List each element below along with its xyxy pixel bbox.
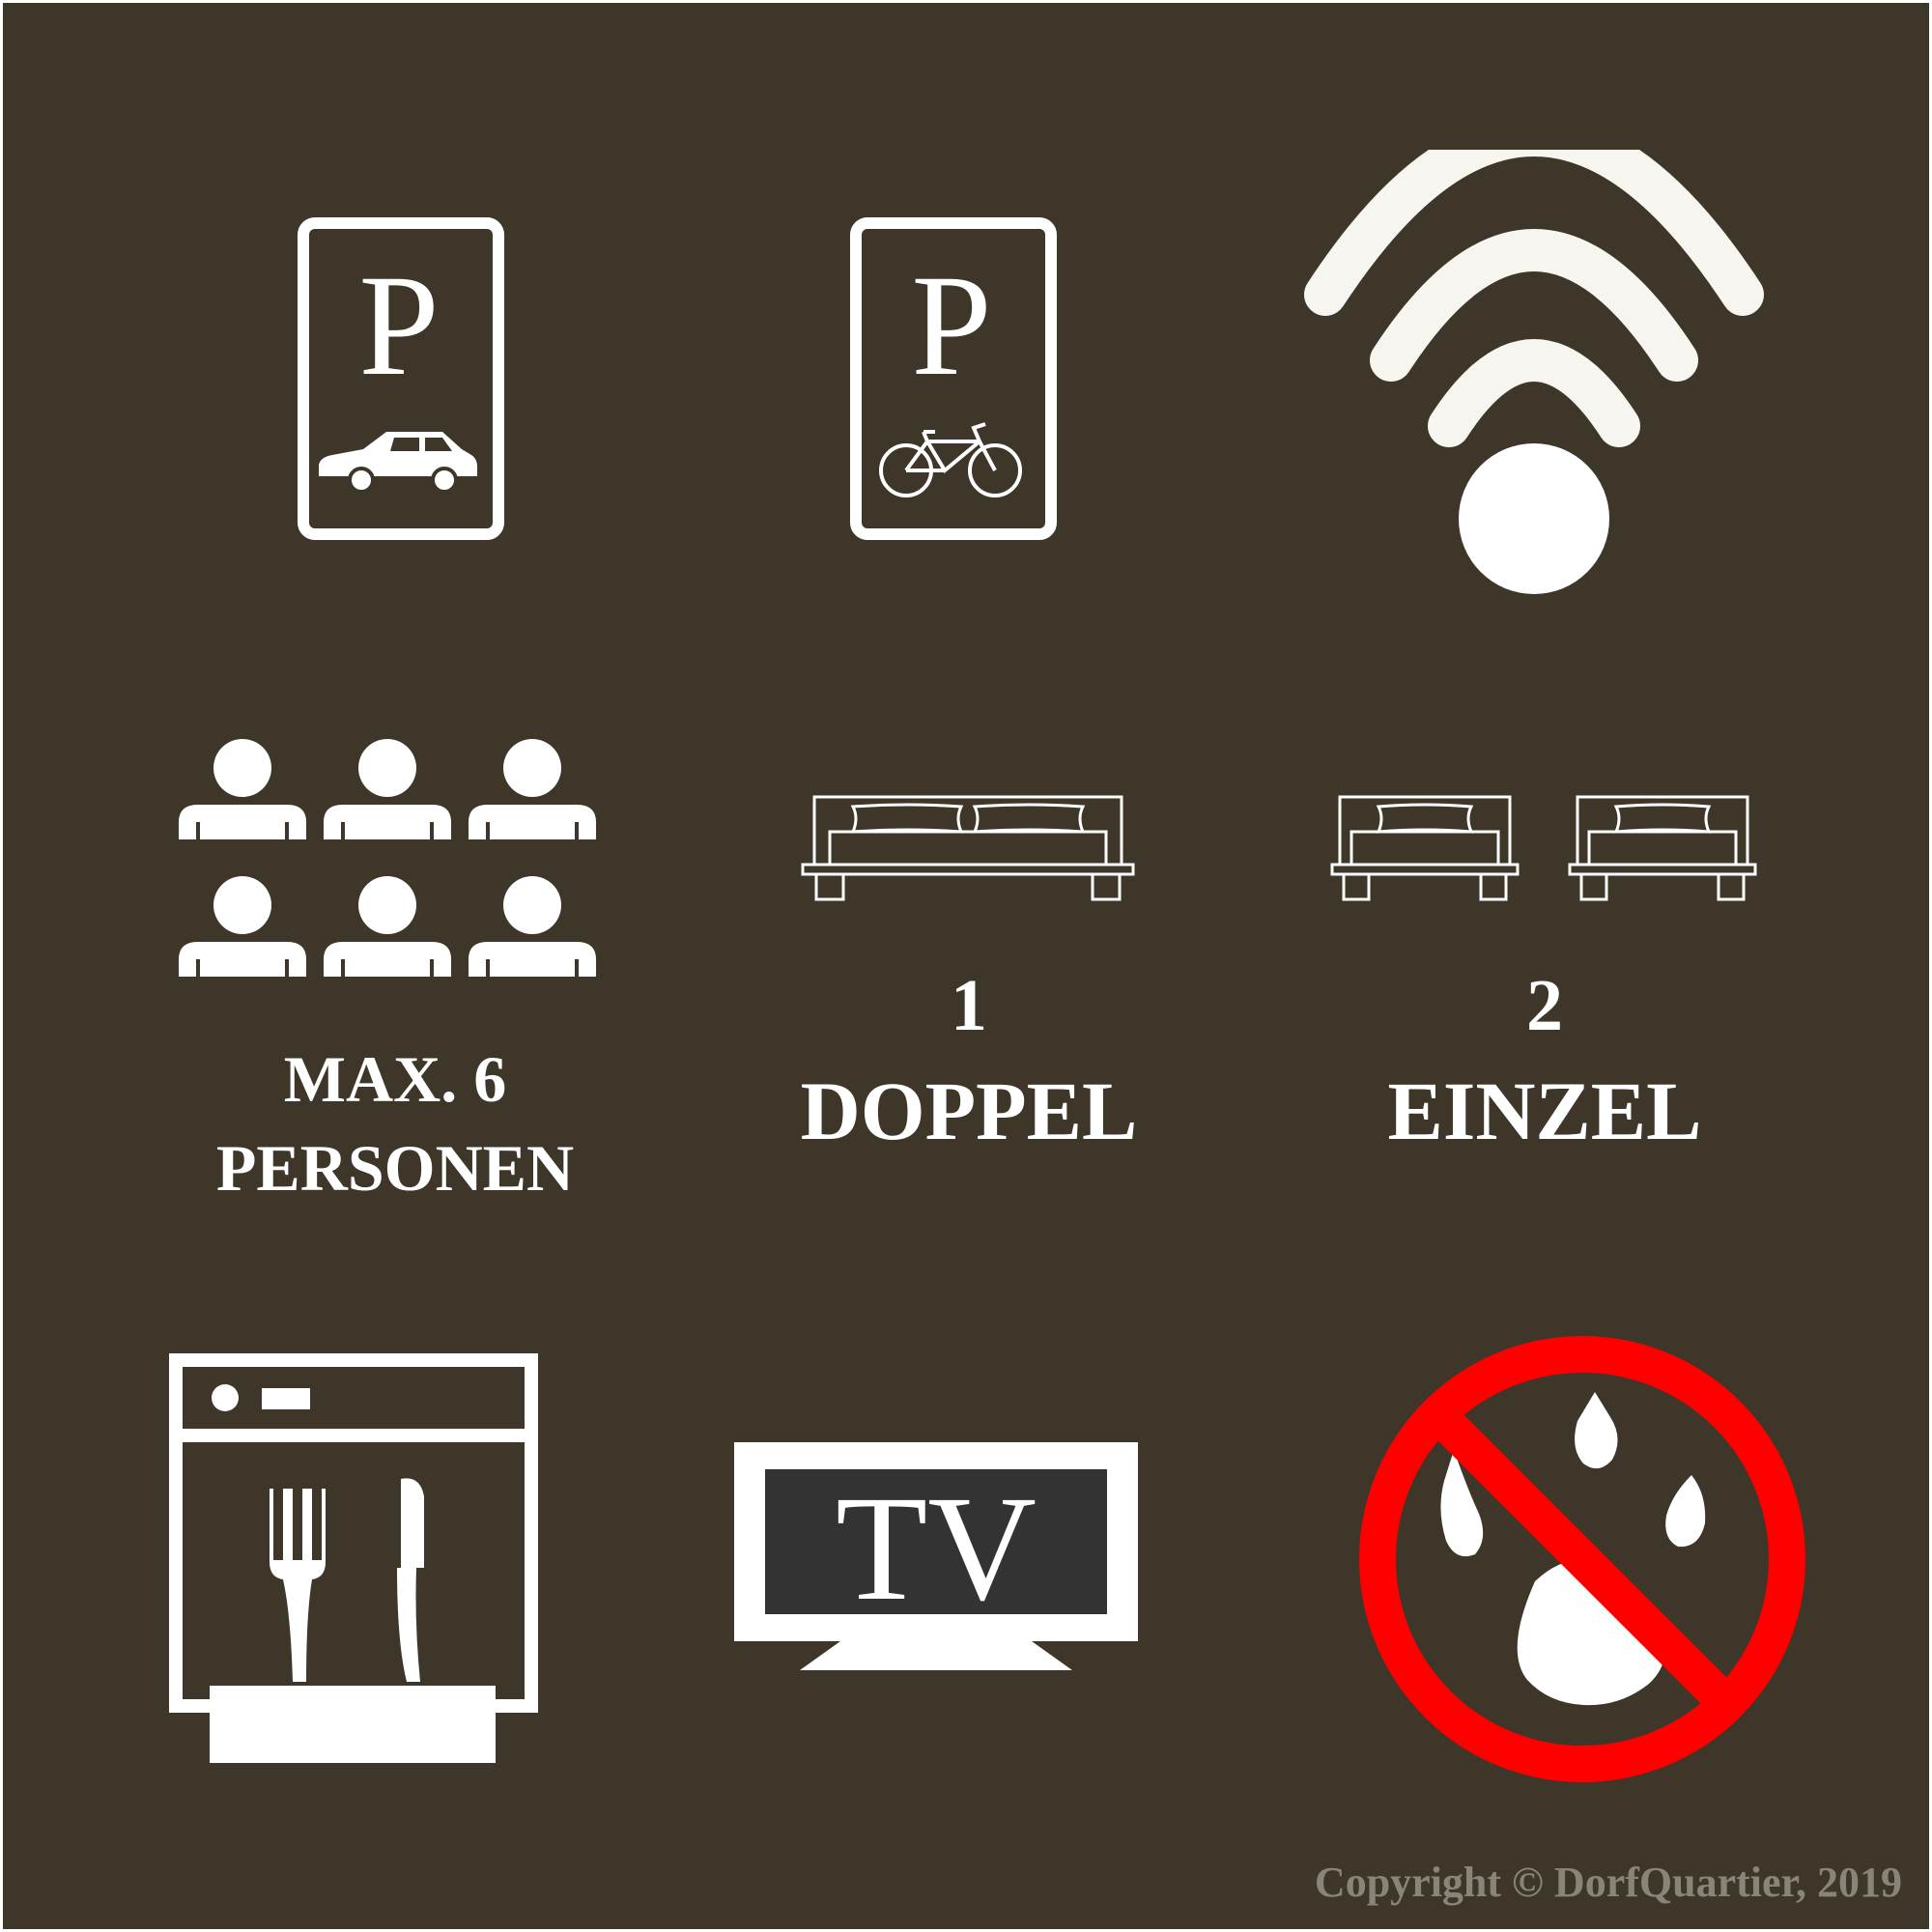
single-beds-label: EINZEL (1387, 1065, 1702, 1157)
persons-unit-label: PERSONEN (215, 1131, 575, 1205)
bicycle-icon (879, 422, 1022, 497)
car-icon (319, 432, 477, 494)
tv-icon: TV (734, 1442, 1138, 1670)
dishwasher-icon (169, 1353, 538, 1763)
persons-group-icon (179, 739, 596, 977)
car-parking-icon: P (298, 217, 504, 540)
double-bed-label: DOPPEL (800, 1065, 1138, 1157)
single-bed-icon (1568, 795, 1757, 901)
parking-letter: P (911, 245, 991, 406)
double-bed-icon (801, 795, 1135, 901)
no-pets-icon (1359, 1336, 1805, 1782)
single-beds-count: 2 (1526, 965, 1563, 1046)
tv-text: TV (836, 1464, 1037, 1632)
persons-max-label: MAX. 6 (283, 1042, 507, 1116)
copyright-notice: Copyright © DorfQuartier, 2019 (1314, 1859, 1902, 1906)
bike-parking-icon: P (850, 217, 1057, 540)
single-bed-icon (1330, 795, 1520, 901)
parking-letter: P (358, 245, 439, 406)
double-bed-count: 1 (951, 965, 987, 1046)
wifi-icon (1304, 150, 1764, 594)
amenities-panel: P P MAX. 6 PERSONEN 1 DOPPEL 2 EINZEL TV… (3, 3, 1929, 1929)
